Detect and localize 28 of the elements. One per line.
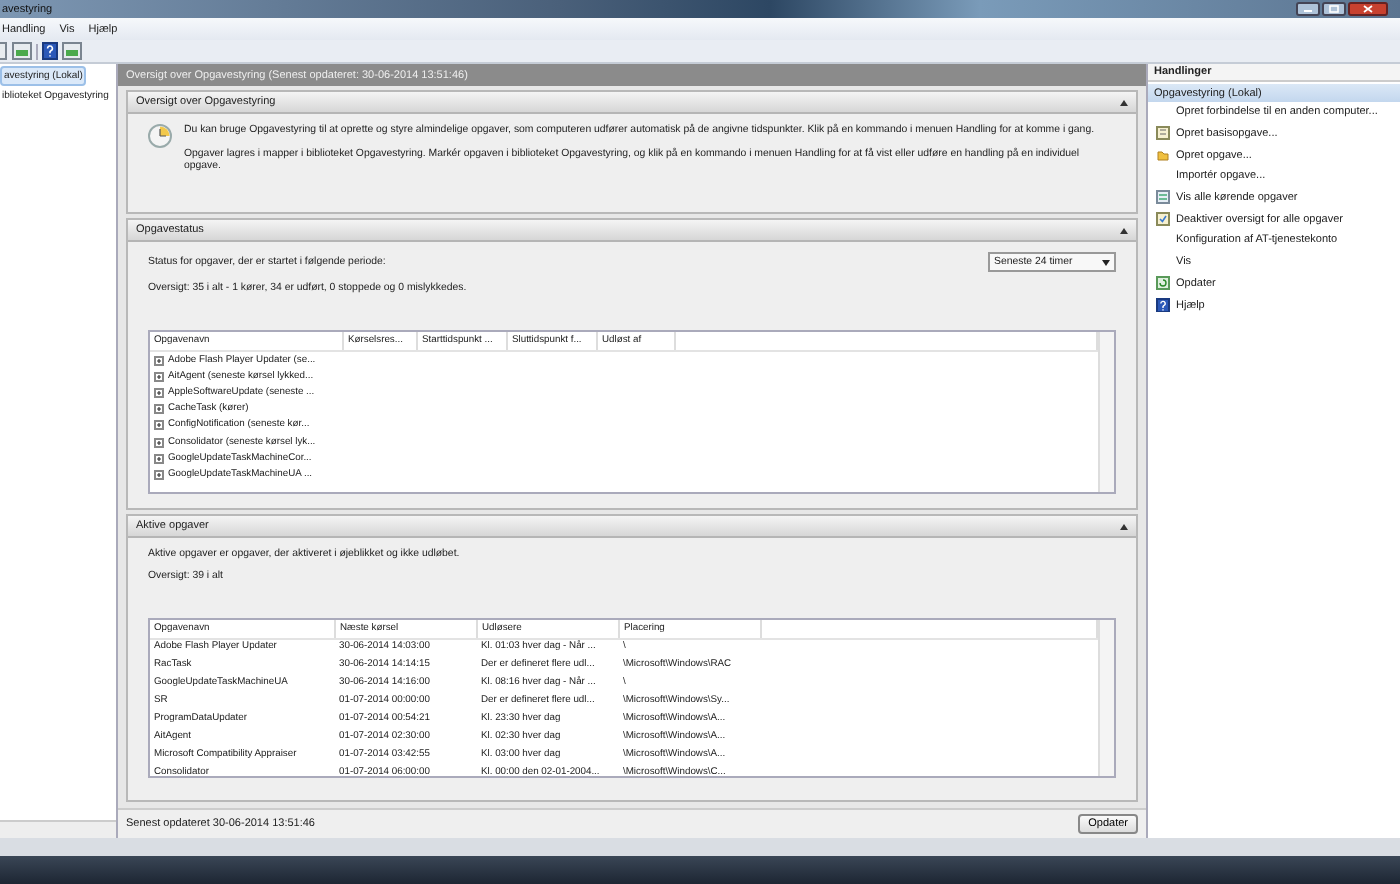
expand-icon[interactable]: [154, 404, 164, 415]
minimize-icon[interactable]: [1296, 2, 1320, 16]
folder-icon: [1156, 147, 1170, 163]
help-icon: [1156, 297, 1170, 313]
collapse-icon[interactable]: [1120, 523, 1128, 529]
scrollbar[interactable]: [1098, 332, 1114, 492]
scrollbar[interactable]: [0, 820, 116, 838]
expand-icon[interactable]: [154, 387, 164, 398]
caret-icon: [1102, 259, 1110, 265]
expand-icon[interactable]: [154, 355, 164, 366]
help-icon[interactable]: [42, 42, 58, 60]
expand-icon[interactable]: [154, 437, 164, 448]
collapse-icon[interactable]: [1120, 99, 1128, 105]
clock-icon: [148, 124, 172, 148]
collapse-icon[interactable]: [1120, 227, 1128, 233]
expand-icon[interactable]: [154, 453, 164, 464]
scrollbar[interactable]: [1098, 620, 1114, 776]
expand-icon[interactable]: [154, 469, 164, 480]
checklist-icon: [1156, 212, 1170, 228]
refresh-icon: [1156, 276, 1170, 292]
list-icon: [1156, 190, 1170, 206]
expand-icon[interactable]: [154, 420, 164, 431]
panel-icon[interactable]: [12, 42, 32, 60]
maximize-icon[interactable]: [1322, 2, 1346, 16]
wizard-icon: [1156, 126, 1170, 142]
close-icon[interactable]: [1348, 2, 1388, 16]
expand-icon[interactable]: [154, 371, 164, 382]
panel-icon[interactable]: [0, 42, 8, 60]
